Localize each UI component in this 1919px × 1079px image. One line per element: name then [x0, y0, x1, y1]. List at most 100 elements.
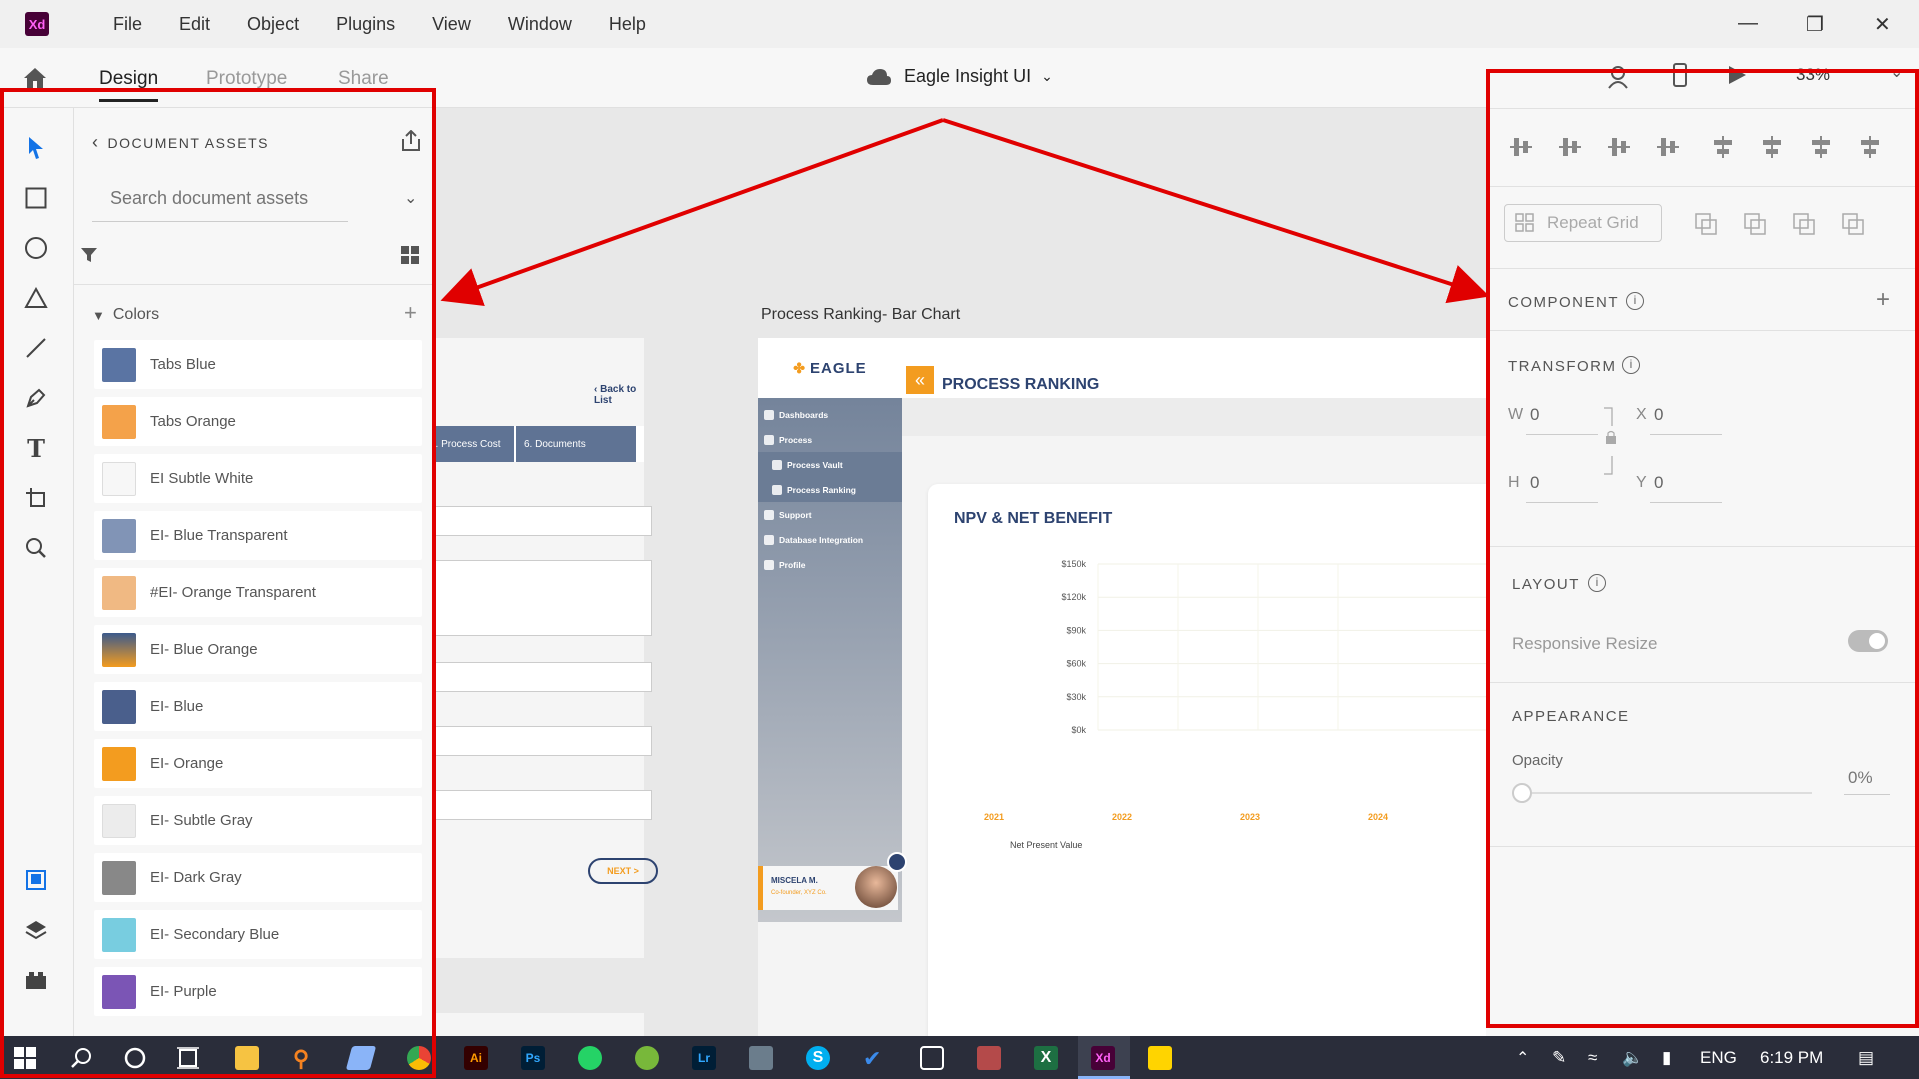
minimize-icon[interactable]: — — [1738, 12, 1758, 35]
color-item[interactable]: EI- Blue Transparent — [94, 511, 422, 560]
add-component-icon[interactable]: + — [1876, 286, 1890, 314]
repeat-grid-button[interactable]: Repeat Grid — [1504, 204, 1662, 242]
clock[interactable]: 6:19 PM — [1760, 1048, 1823, 1068]
polygon-tool-icon[interactable] — [22, 284, 50, 312]
sticky-notes-icon[interactable] — [1148, 1046, 1172, 1070]
collapse-sidebar-icon[interactable]: « — [906, 366, 934, 394]
color-item[interactable]: #EI- Orange Transparent — [94, 568, 422, 617]
excel-icon[interactable]: X — [1034, 1046, 1058, 1070]
add-color-icon[interactable]: + — [404, 300, 417, 326]
distribute-horizontal-icon[interactable] — [1857, 134, 1883, 160]
plugins-panel-icon[interactable] — [22, 966, 50, 994]
share-user-icon[interactable] — [1606, 64, 1632, 90]
collapse-chevron-icon[interactable]: ▼ — [92, 308, 105, 323]
menu-window[interactable]: Window — [508, 14, 572, 35]
artboard-title[interactable]: Process Ranking- Bar Chart — [761, 306, 960, 324]
x-field[interactable]: 0 — [1654, 405, 1663, 425]
ellipse-tool-icon[interactable] — [22, 234, 50, 262]
xd-taskbar-icon[interactable]: Xd — [1091, 1046, 1115, 1070]
info-icon[interactable]: i — [1626, 292, 1644, 310]
distribute-vertical-icon[interactable] — [1655, 134, 1681, 160]
align-right-icon[interactable] — [1808, 134, 1834, 160]
menu-view[interactable]: View — [432, 14, 471, 35]
language-indicator[interactable]: ENG — [1700, 1048, 1737, 1068]
menu-plugins[interactable]: Plugins — [336, 14, 395, 35]
close-icon[interactable]: ✕ — [1874, 12, 1891, 37]
downloader-icon[interactable] — [920, 1046, 944, 1070]
cortana-icon[interactable] — [124, 1047, 146, 1069]
align-bottom-icon[interactable] — [1606, 134, 1632, 160]
align-top-icon[interactable] — [1508, 134, 1534, 160]
photoshop-icon[interactable]: Ps — [521, 1046, 545, 1070]
y-field[interactable]: 0 — [1654, 473, 1663, 493]
skype-icon[interactable]: S — [806, 1046, 830, 1070]
zoom-chevron-icon[interactable]: ⌄ — [1890, 62, 1903, 82]
align-middle-icon[interactable] — [1557, 134, 1583, 160]
nav-dashboards[interactable]: Dashboards — [764, 410, 828, 420]
volume-muted-icon[interactable]: 🔈 — [1622, 1048, 1643, 1068]
zoom-level[interactable]: 33% — [1796, 65, 1830, 85]
chrome-icon[interactable] — [407, 1046, 431, 1070]
menu-help[interactable]: Help — [609, 14, 646, 35]
device-preview-icon[interactable] — [1672, 62, 1688, 88]
next-button[interactable]: NEXT > — [588, 858, 658, 884]
tray-chevron-icon[interactable]: ⌃ — [1516, 1048, 1529, 1068]
artboard-partial[interactable] — [432, 1013, 644, 1036]
color-item[interactable]: Tabs Orange — [94, 397, 422, 446]
search-options-chevron-icon[interactable]: ⌄ — [404, 188, 417, 208]
align-center-icon[interactable] — [1759, 134, 1785, 160]
artboard-tool-icon[interactable] — [22, 484, 50, 512]
nav-support[interactable]: Support — [764, 510, 812, 520]
menu-edit[interactable]: Edit — [179, 14, 210, 35]
export-icon[interactable] — [400, 130, 422, 152]
form-textarea[interactable] — [432, 560, 652, 636]
windows-start-icon[interactable] — [14, 1047, 36, 1069]
tab-prototype[interactable]: Prototype — [206, 68, 287, 90]
file-explorer-icon[interactable] — [235, 1046, 259, 1070]
color-item[interactable]: EI- Dark Gray — [94, 853, 422, 902]
search-input[interactable] — [110, 187, 330, 209]
text-tool-icon[interactable]: T — [22, 434, 50, 463]
wifi-icon[interactable]: ≈ — [1588, 1048, 1597, 1068]
subtract-icon[interactable] — [1743, 212, 1767, 236]
illustrator-icon[interactable]: Ai — [464, 1046, 488, 1070]
nav-database-integration[interactable]: Database Integration — [764, 535, 863, 545]
tab-share[interactable]: Share — [338, 68, 389, 90]
play-icon[interactable] — [1726, 64, 1748, 86]
color-item[interactable]: EI- Orange — [94, 739, 422, 788]
menu-file[interactable]: File — [113, 14, 142, 35]
action-center-icon[interactable]: ▤ — [1858, 1048, 1874, 1068]
opacity-value[interactable]: 0% — [1848, 768, 1873, 788]
responsive-resize-toggle[interactable] — [1848, 630, 1888, 652]
notes-app-icon[interactable] — [345, 1046, 377, 1070]
intersect-icon[interactable] — [1792, 212, 1816, 236]
opacity-slider-thumb[interactable] — [1512, 783, 1532, 803]
color-item[interactable]: EI Subtle White — [94, 454, 422, 503]
color-item[interactable]: EI- Purple — [94, 967, 422, 1016]
menu-object[interactable]: Object — [247, 14, 299, 35]
battery-icon[interactable]: ▮ — [1662, 1048, 1671, 1068]
artboard-process-ranking[interactable]: ✤ EAGLE Dashboards Process Process Vault… — [758, 338, 1486, 1036]
lightroom-icon[interactable]: Lr — [692, 1046, 716, 1070]
color-item[interactable]: EI- Secondary Blue — [94, 910, 422, 959]
todo-icon[interactable]: ✔ — [863, 1046, 887, 1071]
nav-process-ranking[interactable]: Process Ranking — [772, 485, 856, 495]
form-field[interactable] — [432, 790, 652, 820]
form-field[interactable] — [432, 662, 652, 692]
media-app-icon[interactable] — [977, 1046, 1001, 1070]
nav-process[interactable]: Process — [764, 435, 812, 445]
home-icon[interactable] — [22, 66, 48, 90]
calculator-icon[interactable] — [749, 1046, 773, 1070]
back-to-list-link[interactable]: ‹ Back to List — [594, 384, 644, 406]
lock-aspect-icon[interactable] — [1602, 406, 1616, 476]
task-view-icon[interactable] — [176, 1047, 200, 1069]
nav-process-vault[interactable]: Process Vault — [772, 460, 843, 470]
line-tool-icon[interactable] — [22, 334, 50, 362]
rectangle-tool-icon[interactable] — [22, 184, 50, 212]
select-tool-icon[interactable] — [22, 134, 50, 162]
whatsapp-icon[interactable] — [578, 1046, 602, 1070]
restore-icon[interactable]: ❐ — [1806, 12, 1824, 37]
info-icon[interactable]: i — [1588, 574, 1606, 592]
torrent-icon[interactable] — [635, 1046, 659, 1070]
height-field[interactable]: 0 — [1530, 473, 1539, 493]
